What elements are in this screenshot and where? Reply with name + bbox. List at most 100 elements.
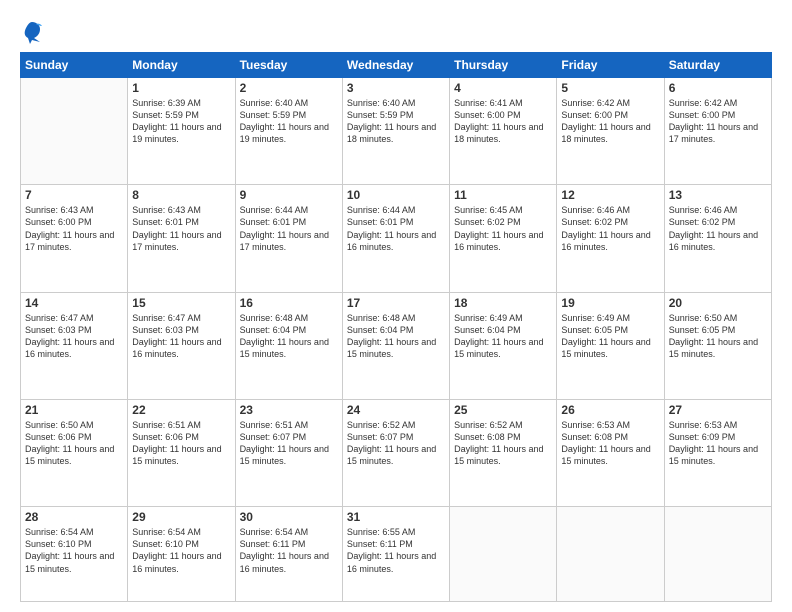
table-row: 16Sunrise: 6:48 AMSunset: 6:04 PMDayligh… <box>235 292 342 399</box>
day-number: 4 <box>454 81 552 95</box>
col-saturday: Saturday <box>664 53 771 78</box>
day-number: 3 <box>347 81 445 95</box>
day-info: Sunrise: 6:41 AMSunset: 6:00 PMDaylight:… <box>454 98 543 144</box>
logo-bird-icon <box>22 20 42 44</box>
table-row: 20 Sunrise: 6:50 AMSunset: 6:05 PMDayligh… <box>664 292 771 399</box>
day-number: 16 <box>240 296 338 310</box>
day-number: 15 <box>132 296 230 310</box>
day-number: 20 <box>669 296 767 310</box>
day-info: Sunrise: 6:53 AMSunset: 6:09 PMDaylight:… <box>669 420 758 466</box>
table-row: 11 Sunrise: 6:45 AMSunset: 6:02 PMDayligh… <box>450 185 557 292</box>
day-info: Sunrise: 6:40 AMSunset: 5:59 PMDaylight:… <box>347 98 436 144</box>
table-row: 6 Sunrise: 6:42 AMSunset: 6:00 PMDaylight… <box>664 78 771 185</box>
day-number: 19 <box>561 296 659 310</box>
table-row <box>450 507 557 602</box>
day-number: 10 <box>347 188 445 202</box>
col-wednesday: Wednesday <box>342 53 449 78</box>
day-info: Sunrise: 6:52 AMSunset: 6:07 PMDaylight:… <box>347 420 436 466</box>
col-thursday: Thursday <box>450 53 557 78</box>
day-number: 23 <box>240 403 338 417</box>
table-row: 21 Sunrise: 6:50 AMSunset: 6:06 PMDayligh… <box>21 399 128 506</box>
day-number: 25 <box>454 403 552 417</box>
day-info: Sunrise: 6:54 AMSunset: 6:10 PMDaylight:… <box>132 527 221 573</box>
day-info: Sunrise: 6:42 AMSunset: 6:00 PMDaylight:… <box>669 98 758 144</box>
day-info: Sunrise: 6:39 AMSunset: 5:59 PMDaylight:… <box>132 98 221 144</box>
day-info: Sunrise: 6:52 AMSunset: 6:08 PMDaylight:… <box>454 420 543 466</box>
table-row: 22 Sunrise: 6:51 AMSunset: 6:06 PMDayligh… <box>128 399 235 506</box>
table-row: 19 Sunrise: 6:49 AMSunset: 6:05 PMDayligh… <box>557 292 664 399</box>
col-friday: Friday <box>557 53 664 78</box>
table-row: 17 Sunrise: 6:48 AMSunset: 6:04 PMDayligh… <box>342 292 449 399</box>
table-row: 18 Sunrise: 6:49 AMSunset: 6:04 PMDayligh… <box>450 292 557 399</box>
day-number: 30 <box>240 510 338 524</box>
calendar-table: Sunday Monday Tuesday Wednesday Thursday… <box>20 52 772 602</box>
day-info: Sunrise: 6:43 AMSunset: 6:00 PMDaylight:… <box>25 205 114 251</box>
day-info: Sunrise: 6:40 AMSunset: 5:59 PMDaylight:… <box>240 98 329 144</box>
table-row: 15 Sunrise: 6:47 AMSunset: 6:03 PMDayligh… <box>128 292 235 399</box>
day-info: Sunrise: 6:51 AMSunset: 6:06 PMDaylight:… <box>132 420 221 466</box>
col-tuesday: Tuesday <box>235 53 342 78</box>
day-number: 13 <box>669 188 767 202</box>
table-row: 12Sunrise: 6:46 AMSunset: 6:02 PMDayligh… <box>557 185 664 292</box>
table-row: 7 Sunrise: 6:43 AMSunset: 6:00 PMDaylight… <box>21 185 128 292</box>
table-row <box>21 78 128 185</box>
table-row: 4 Sunrise: 6:41 AMSunset: 6:00 PMDaylight… <box>450 78 557 185</box>
day-number: 22 <box>132 403 230 417</box>
day-number: 9 <box>240 188 338 202</box>
table-row <box>557 507 664 602</box>
table-row: 10 Sunrise: 6:44 AMSunset: 6:01 PMDayligh… <box>342 185 449 292</box>
table-row: 3 Sunrise: 6:40 AMSunset: 5:59 PMDaylight… <box>342 78 449 185</box>
table-row: 9Sunrise: 6:44 AMSunset: 6:01 PMDaylight… <box>235 185 342 292</box>
day-info: Sunrise: 6:54 AMSunset: 6:11 PMDaylight:… <box>240 527 329 573</box>
day-info: Sunrise: 6:45 AMSunset: 6:02 PMDaylight:… <box>454 205 543 251</box>
table-row: 29 Sunrise: 6:54 AMSunset: 6:10 PMDayligh… <box>128 507 235 602</box>
day-info: Sunrise: 6:50 AMSunset: 6:05 PMDaylight:… <box>669 313 758 359</box>
calendar-header-row: Sunday Monday Tuesday Wednesday Thursday… <box>21 53 772 78</box>
day-number: 14 <box>25 296 123 310</box>
day-info: Sunrise: 6:48 AMSunset: 6:04 PMDaylight:… <box>347 313 436 359</box>
day-info: Sunrise: 6:44 AMSunset: 6:01 PMDaylight:… <box>347 205 436 251</box>
table-row: 14 Sunrise: 6:47 AMSunset: 6:03 PMDayligh… <box>21 292 128 399</box>
day-number: 11 <box>454 188 552 202</box>
day-info: Sunrise: 6:47 AMSunset: 6:03 PMDaylight:… <box>132 313 221 359</box>
table-row: 2 Sunrise: 6:40 AMSunset: 5:59 PMDaylight… <box>235 78 342 185</box>
table-row: 26 Sunrise: 6:53 AMSunset: 6:08 PMDayligh… <box>557 399 664 506</box>
day-number: 1 <box>132 81 230 95</box>
day-info: Sunrise: 6:47 AMSunset: 6:03 PMDaylight:… <box>25 313 114 359</box>
day-number: 24 <box>347 403 445 417</box>
table-row: 30 Sunrise: 6:54 AMSunset: 6:11 PMDayligh… <box>235 507 342 602</box>
day-number: 26 <box>561 403 659 417</box>
day-info: Sunrise: 6:53 AMSunset: 6:08 PMDaylight:… <box>561 420 650 466</box>
day-info: Sunrise: 6:46 AMSunset: 6:02 PMDaylight:… <box>669 205 758 251</box>
day-info: Sunrise: 6:42 AMSunset: 6:00 PMDaylight:… <box>561 98 650 144</box>
day-number: 29 <box>132 510 230 524</box>
day-info: Sunrise: 6:49 AMSunset: 6:04 PMDaylight:… <box>454 313 543 359</box>
day-number: 18 <box>454 296 552 310</box>
day-number: 7 <box>25 188 123 202</box>
table-row: 13 Sunrise: 6:46 AMSunset: 6:02 PMDayligh… <box>664 185 771 292</box>
col-sunday: Sunday <box>21 53 128 78</box>
day-number: 2 <box>240 81 338 95</box>
table-row: 8 Sunrise: 6:43 AMSunset: 6:01 PMDaylight… <box>128 185 235 292</box>
day-number: 8 <box>132 188 230 202</box>
table-row: 31Sunrise: 6:55 AMSunset: 6:11 PMDayligh… <box>342 507 449 602</box>
logo <box>20 20 42 44</box>
day-info: Sunrise: 6:43 AMSunset: 6:01 PMDaylight:… <box>132 205 221 251</box>
table-row: 23 Sunrise: 6:51 AMSunset: 6:07 PMDayligh… <box>235 399 342 506</box>
table-row: 27 Sunrise: 6:53 AMSunset: 6:09 PMDayligh… <box>664 399 771 506</box>
day-info: Sunrise: 6:54 AMSunset: 6:10 PMDaylight:… <box>25 527 114 573</box>
calendar-page: Sunday Monday Tuesday Wednesday Thursday… <box>0 0 792 612</box>
day-number: 6 <box>669 81 767 95</box>
day-number: 27 <box>669 403 767 417</box>
col-monday: Monday <box>128 53 235 78</box>
table-row: 5 Sunrise: 6:42 AMSunset: 6:00 PMDaylight… <box>557 78 664 185</box>
table-row: 25 Sunrise: 6:52 AMSunset: 6:08 PMDayligh… <box>450 399 557 506</box>
day-number: 17 <box>347 296 445 310</box>
day-number: 21 <box>25 403 123 417</box>
day-info: Sunrise: 6:51 AMSunset: 6:07 PMDaylight:… <box>240 420 329 466</box>
day-info: Sunrise: 6:50 AMSunset: 6:06 PMDaylight:… <box>25 420 114 466</box>
day-info: Sunrise: 6:55 AMSunset: 6:11 PMDaylight:… <box>347 527 436 573</box>
table-row <box>664 507 771 602</box>
day-info: Sunrise: 6:49 AMSunset: 6:05 PMDaylight:… <box>561 313 650 359</box>
day-number: 5 <box>561 81 659 95</box>
